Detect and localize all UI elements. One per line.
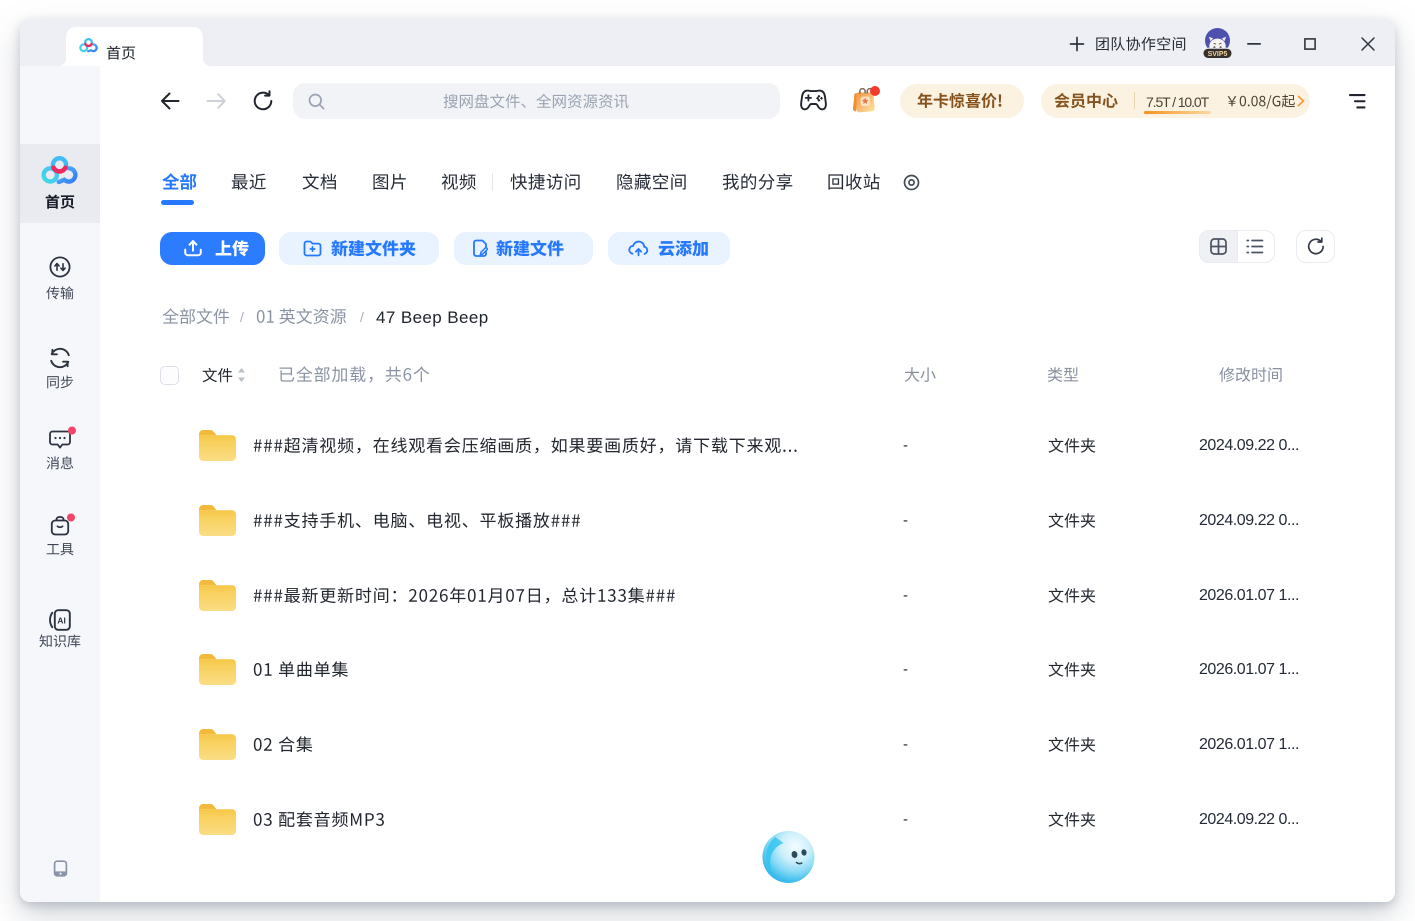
svg-text:SVIP5: SVIP5 <box>1208 51 1228 58</box>
svg-text:AI: AI <box>57 615 65 625</box>
